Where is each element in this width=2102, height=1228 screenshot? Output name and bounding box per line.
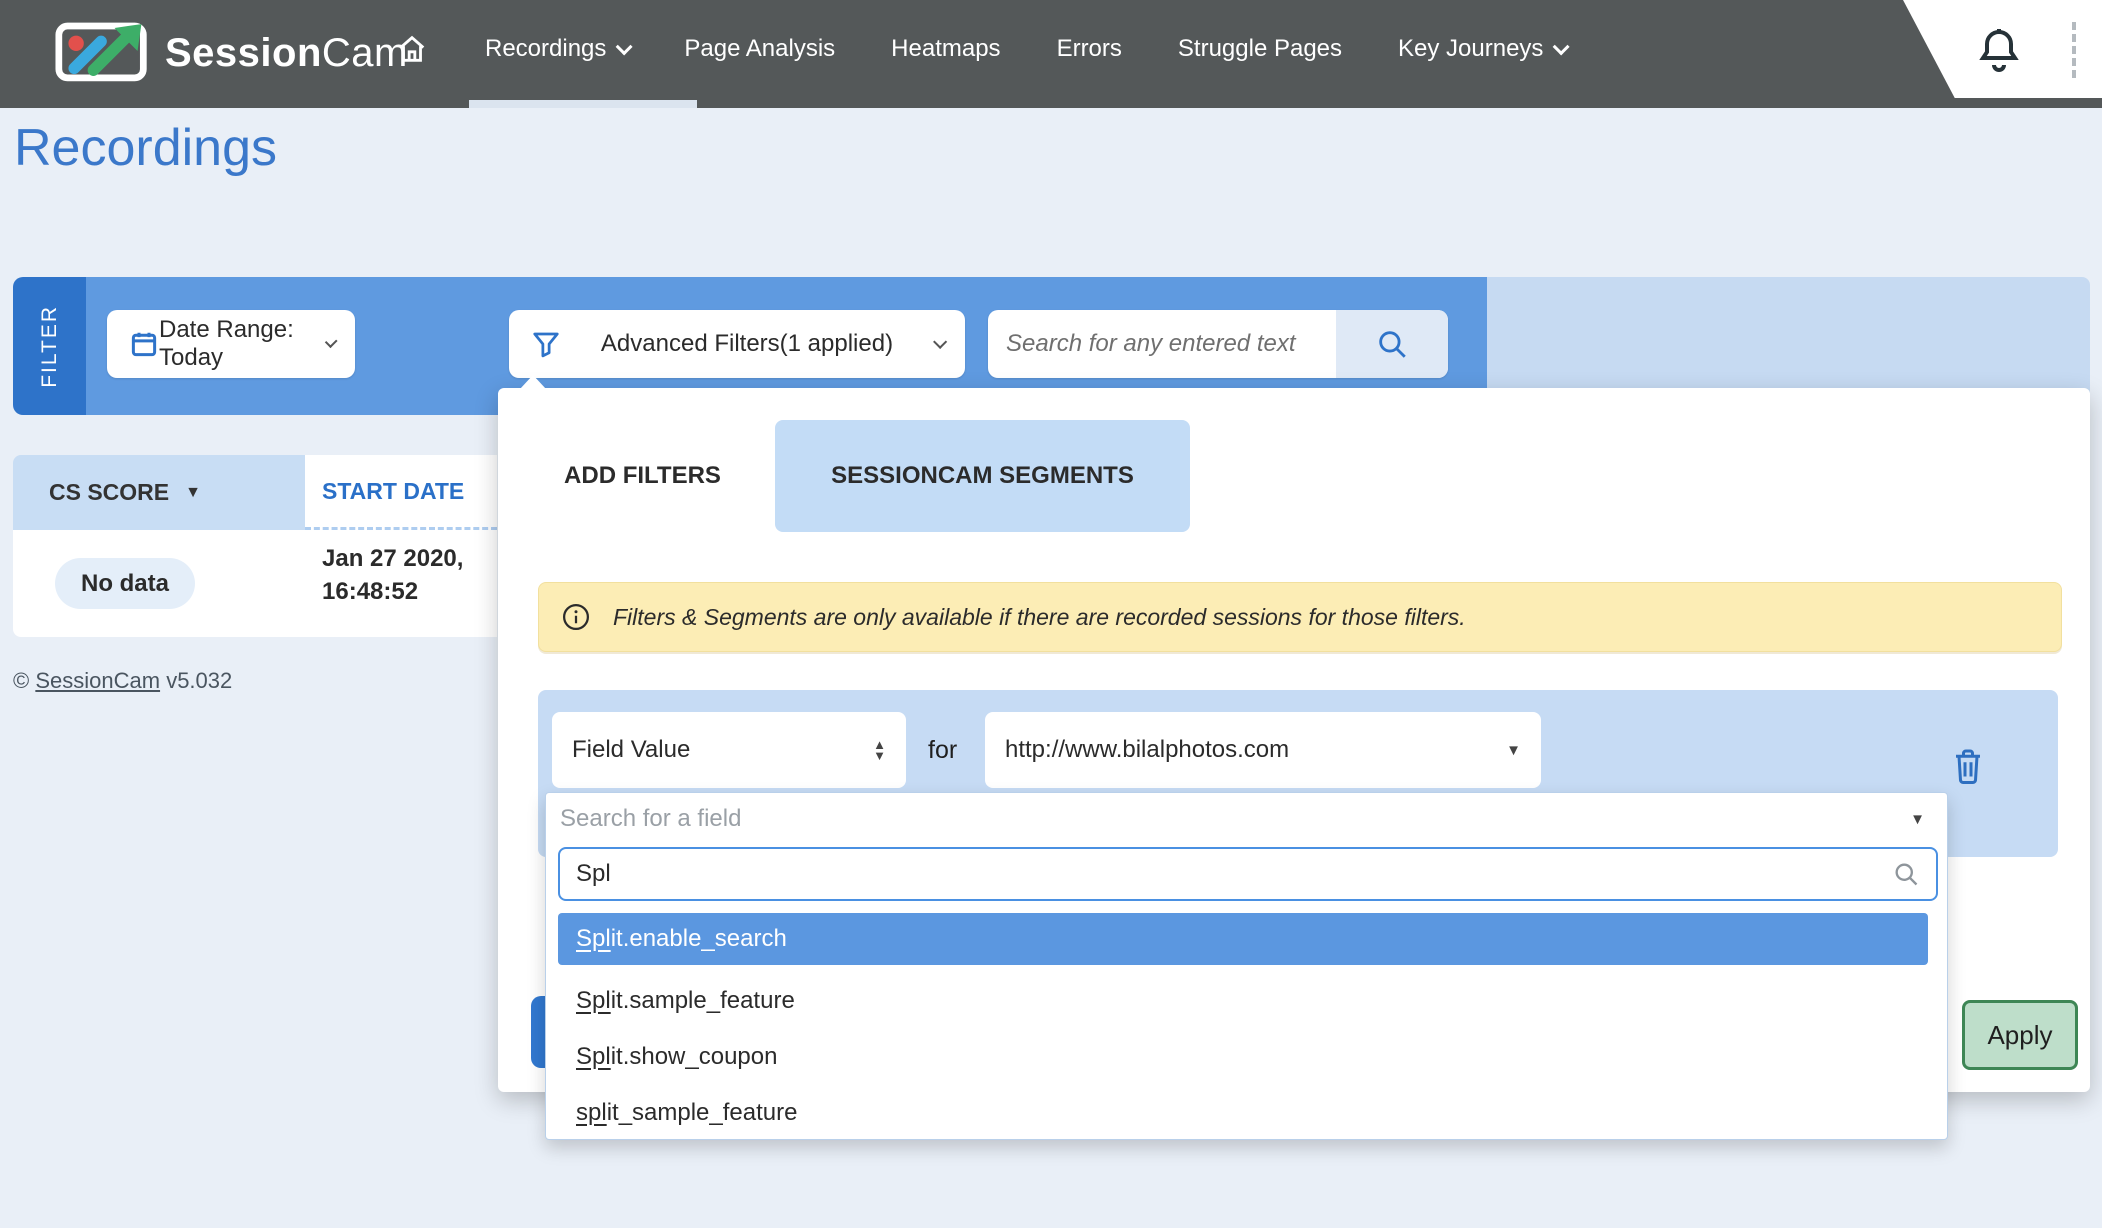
select-updown-icon: ▲▼ bbox=[873, 739, 886, 761]
field-search-dropdown: ▼ Split.enable_search Split.sample_featu… bbox=[545, 792, 1948, 1140]
field-type-select[interactable]: Field Value ▲▼ bbox=[552, 712, 906, 788]
for-label: for bbox=[928, 712, 957, 788]
date-range-button[interactable]: Date Range: Today bbox=[107, 310, 355, 378]
brand-name: SessionCam bbox=[165, 31, 408, 76]
search-icon bbox=[1892, 860, 1920, 888]
nav-item-page-analysis[interactable]: Page Analysis bbox=[684, 35, 835, 63]
funnel-icon bbox=[531, 329, 561, 359]
home-icon[interactable] bbox=[395, 32, 429, 66]
tab-sessioncam-segments[interactable]: SESSIONCAM SEGMENTS bbox=[775, 420, 1190, 532]
active-tab-indicator bbox=[469, 100, 697, 108]
info-banner: Filters & Segments are only available if… bbox=[538, 582, 2062, 652]
chevron-down-icon bbox=[933, 335, 947, 349]
nav-item-recordings[interactable]: Recordings bbox=[485, 35, 628, 63]
select-down-icon: ▼ bbox=[1910, 811, 1925, 828]
tab-add-filters[interactable]: ADD FILTERS bbox=[555, 420, 730, 532]
start-date-cell: Jan 27 2020, 16:48:52 bbox=[322, 542, 463, 608]
apply-button[interactable]: Apply bbox=[1962, 1000, 2078, 1070]
app-root: SessionCam Recordings Page Analysis Heat… bbox=[0, 0, 2102, 1228]
field-query-input[interactable] bbox=[576, 860, 1892, 888]
advanced-filters-panel: ADD FILTERS SESSIONCAM SEGMENTS Filters … bbox=[498, 388, 2090, 1092]
nav-dashed-divider bbox=[2072, 22, 2076, 78]
field-option-split-sample-feature-underscore[interactable]: split_sample_feature bbox=[558, 1087, 1928, 1139]
field-option-split-sample-feature[interactable]: Split.sample_feature bbox=[558, 975, 1928, 1027]
nav-item-key-journeys[interactable]: Key Journeys bbox=[1398, 35, 1565, 63]
table-row[interactable]: No data Jan 27 2020, 16:48:52 bbox=[13, 530, 497, 637]
field-query-box bbox=[558, 847, 1938, 901]
nav-item-heatmaps[interactable]: Heatmaps bbox=[891, 35, 1000, 63]
filter-side-tab[interactable]: FILTER bbox=[13, 277, 86, 415]
chevron-down-icon bbox=[324, 335, 337, 348]
info-icon bbox=[561, 602, 591, 632]
nav-item-struggle-pages[interactable]: Struggle Pages bbox=[1178, 35, 1342, 63]
delete-filter-icon[interactable] bbox=[1950, 746, 1986, 791]
sessioncam-link[interactable]: SessionCam bbox=[35, 668, 160, 693]
field-option-split-show-coupon[interactable]: Split.show_coupon bbox=[558, 1031, 1928, 1083]
field-select-box[interactable]: ▼ bbox=[546, 793, 1947, 845]
select-down-icon: ▼ bbox=[1506, 742, 1521, 759]
page-title: Recordings bbox=[14, 118, 277, 178]
panel-caret bbox=[520, 375, 546, 389]
site-select[interactable]: http://www.bilalphotos.com ▼ bbox=[985, 712, 1541, 788]
sessioncam-logo-icon bbox=[55, 20, 151, 87]
chevron-down-icon bbox=[1553, 38, 1570, 55]
sort-desc-icon: ▼ bbox=[185, 484, 201, 502]
cs-score-badge: No data bbox=[55, 558, 195, 609]
footer-copyright: © SessionCam v5.032 bbox=[13, 668, 232, 694]
column-header-start-date[interactable]: START DATE bbox=[305, 455, 497, 530]
notifications-bell-icon[interactable] bbox=[1975, 26, 2023, 83]
chevron-down-icon bbox=[616, 38, 633, 55]
nav-item-errors[interactable]: Errors bbox=[1057, 35, 1122, 63]
advanced-filters-button[interactable]: Advanced Filters(1 applied) bbox=[509, 310, 965, 378]
top-nav: SessionCam Recordings Page Analysis Heat… bbox=[0, 0, 2102, 108]
field-option-split-enable-search[interactable]: Split.enable_search bbox=[558, 913, 1928, 965]
brand-logo[interactable]: SessionCam bbox=[55, 20, 408, 87]
info-banner-text: Filters & Segments are only available if… bbox=[613, 604, 1466, 631]
session-search-box bbox=[988, 310, 1448, 378]
field-select-input[interactable] bbox=[560, 805, 1910, 833]
calendar-icon bbox=[129, 329, 159, 359]
search-button[interactable] bbox=[1336, 310, 1448, 378]
session-search-input[interactable] bbox=[988, 330, 1336, 358]
column-header-cs-score[interactable]: CS SCORE ▼ bbox=[13, 455, 305, 530]
